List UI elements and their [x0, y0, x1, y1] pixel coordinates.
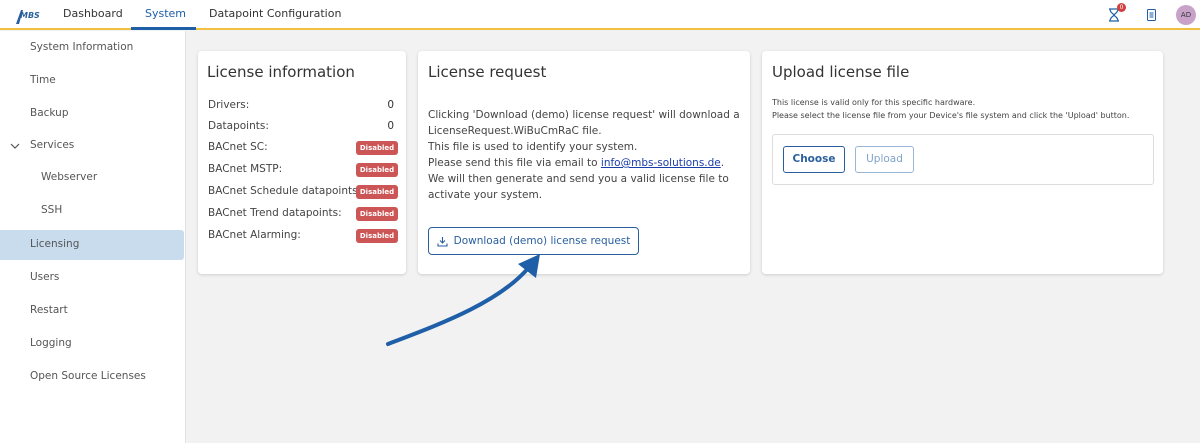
sidebar-item-webserver[interactable]: Webserver — [41, 171, 97, 183]
sidebar-item-open-source-licenses[interactable]: Open Source Licenses — [30, 370, 146, 382]
sidebar-item-services[interactable]: Services — [30, 139, 74, 151]
sidebar-item-system-information[interactable]: System Information — [30, 41, 133, 53]
active-tab-indicator — [131, 27, 196, 30]
status-badge: Disabled — [356, 207, 398, 221]
request-text-line-3: This file is used to identify your syste… — [428, 141, 638, 153]
notification-badge: 0 — [1117, 3, 1126, 12]
card-title: License information — [207, 63, 355, 81]
bacnet-trend-label: BACnet Trend datapoints: — [208, 207, 342, 219]
bacnet-schedule-label: BACnet Schedule datapoints: — [208, 185, 362, 197]
card-title: License request — [428, 63, 547, 81]
document-icon[interactable] — [1147, 9, 1156, 21]
upload-text-line-2: Please select the license file from your… — [772, 111, 1130, 120]
annotation-arrow-icon — [386, 254, 540, 346]
sidebar-active-highlight — [0, 230, 184, 260]
sidebar-item-logging[interactable]: Logging — [30, 337, 72, 349]
upload-button[interactable]: Upload — [855, 146, 914, 173]
bacnet-mstp-label: BACnet MSTP: — [208, 163, 283, 175]
tab-datapoint-configuration[interactable]: Datapoint Configuration — [209, 7, 341, 20]
status-badge: Disabled — [356, 163, 398, 177]
bacnet-sc-label: BACnet SC: — [208, 141, 268, 153]
license-information-card: License information Drivers: 0 Datapoint… — [198, 51, 406, 274]
logo[interactable]: MBS — [12, 6, 48, 26]
drivers-label: Drivers: — [208, 99, 250, 111]
logo-text: MBS — [20, 11, 40, 20]
upload-license-card: Upload license file This license is vali… — [762, 51, 1163, 274]
top-bar: MBS Dashboard System Datapoint Configura… — [0, 0, 1200, 30]
tab-dashboard[interactable]: Dashboard — [63, 7, 123, 20]
sidebar-item-backup[interactable]: Backup — [30, 107, 69, 119]
upload-text-line-1: This license is valid only for this spec… — [772, 98, 976, 107]
choose-button[interactable]: Choose — [783, 146, 845, 173]
sidebar-item-restart[interactable]: Restart — [30, 304, 68, 316]
request-text-line-6: activate your system. — [428, 189, 543, 201]
drivers-value: 0 — [387, 99, 394, 111]
download-button-label: Download (demo) license request — [453, 235, 631, 247]
card-title: Upload license file — [772, 63, 910, 81]
avatar[interactable]: AD — [1176, 5, 1196, 25]
request-text-suffix: . — [720, 157, 725, 169]
datapoints-value: 0 — [387, 120, 394, 132]
datapoints-label: Datapoints: — [208, 120, 269, 132]
file-upload-area: Choose Upload — [772, 134, 1154, 185]
sidebar: System Information Time Backup Services … — [0, 31, 186, 443]
request-text-line-2: LicenseRequest.WiBuCmRaC file. — [428, 125, 602, 137]
chevron-down-icon[interactable] — [9, 141, 21, 151]
status-badge: Disabled — [356, 185, 398, 199]
request-text-line-4: Please send this file via email to info@… — [428, 157, 724, 169]
status-badge: Disabled — [356, 229, 398, 243]
sidebar-item-time[interactable]: Time — [30, 74, 56, 86]
sidebar-item-ssh[interactable]: SSH — [41, 204, 62, 216]
download-icon — [437, 236, 448, 247]
tab-system[interactable]: System — [145, 7, 186, 20]
request-text-line-5: We will then generate and send you a val… — [428, 173, 729, 185]
request-text-prefix: Please send this file via email to — [428, 157, 601, 169]
email-link[interactable]: info@mbs-solutions.de — [601, 157, 721, 169]
sidebar-item-users[interactable]: Users — [30, 271, 59, 283]
request-text-line-1: Clicking 'Download (demo) license reques… — [428, 109, 740, 121]
status-badge: Disabled — [356, 141, 398, 155]
bacnet-alarming-label: BACnet Alarming: — [208, 229, 301, 241]
license-request-card: License request Clicking 'Download (demo… — [418, 51, 750, 274]
sidebar-item-licensing[interactable]: Licensing — [30, 238, 79, 250]
